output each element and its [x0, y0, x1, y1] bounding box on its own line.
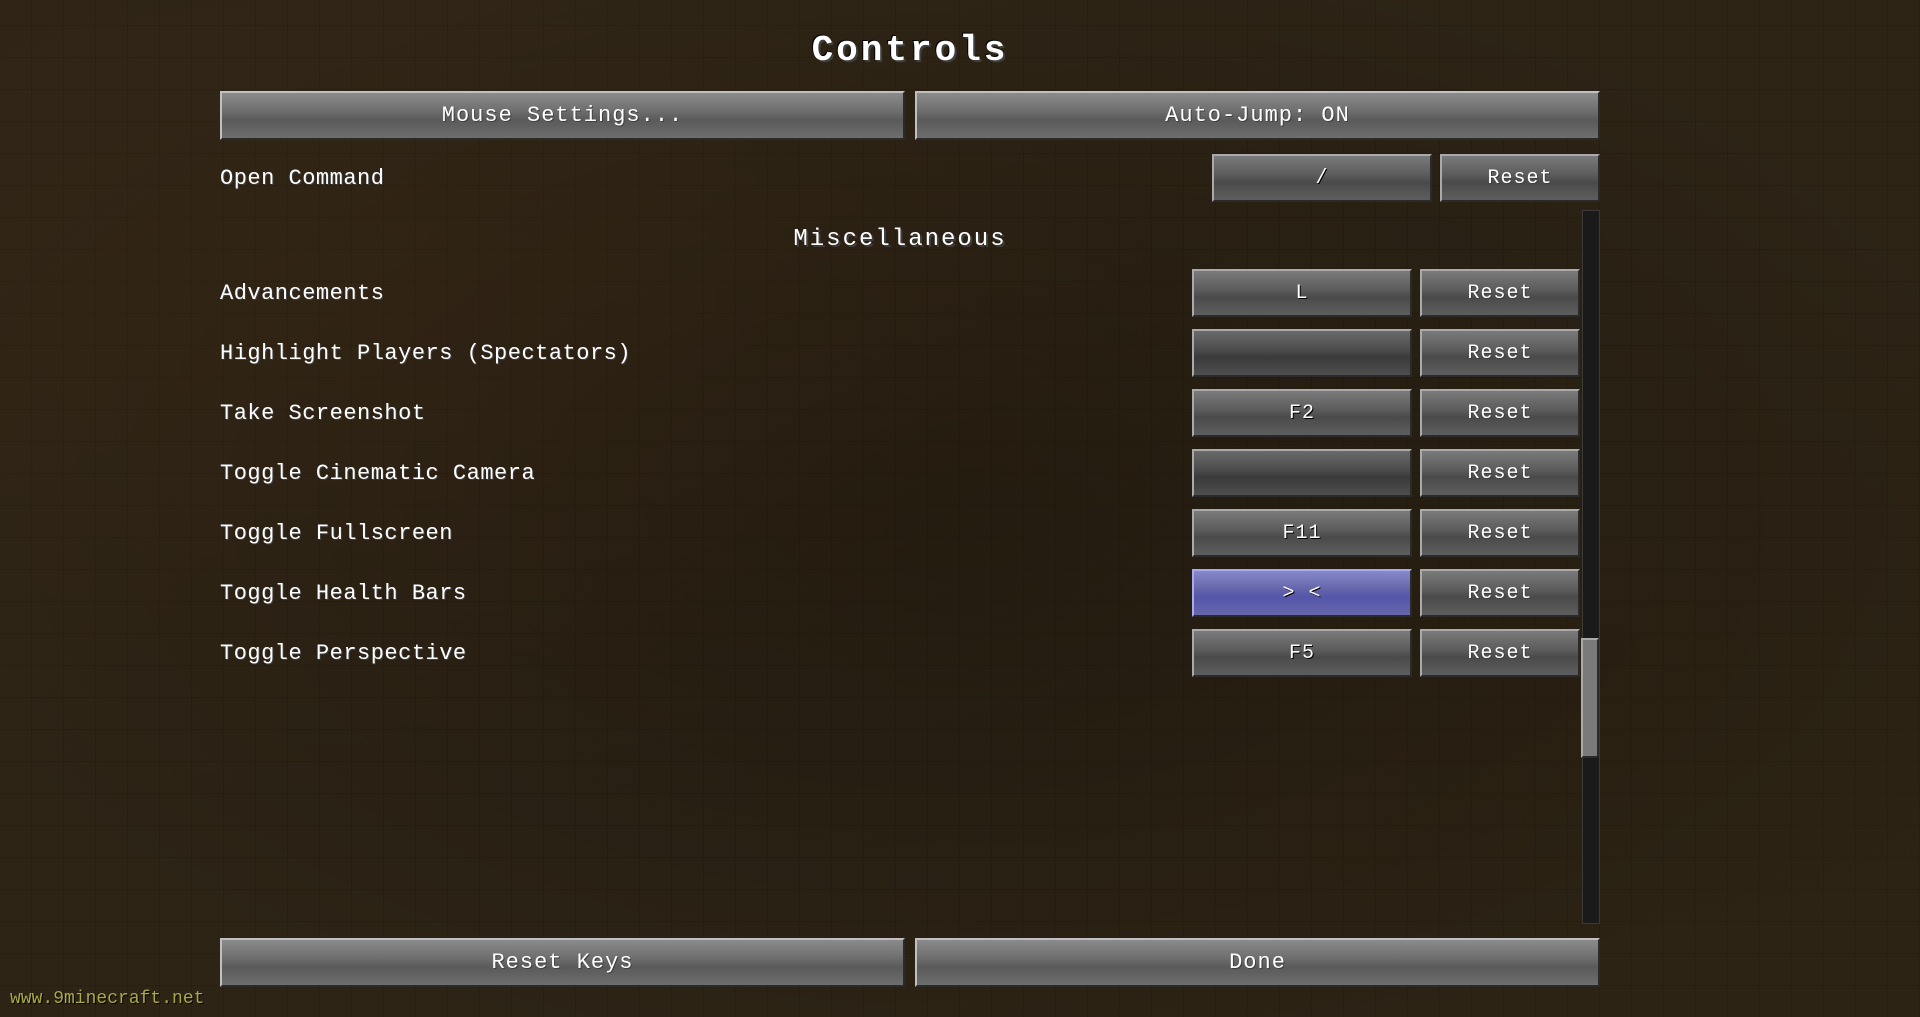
label-highlight-players: Highlight Players (Spectators)	[220, 341, 1192, 366]
reset-keys-button[interactable]: Reset Keys	[220, 938, 905, 987]
key-advancements[interactable]: L	[1192, 269, 1412, 317]
reset-toggle-fullscreen[interactable]: Reset	[1420, 509, 1580, 557]
mouse-settings-button[interactable]: Mouse Settings...	[220, 91, 905, 140]
auto-jump-button[interactable]: Auto-Jump: ON	[915, 91, 1600, 140]
top-buttons: Mouse Settings... Auto-Jump: ON	[220, 91, 1600, 140]
scrollable-area: Miscellaneous Advancements L Reset Highl…	[220, 210, 1600, 924]
row-take-screenshot: Take Screenshot F2 Reset	[220, 385, 1580, 441]
label-advancements: Advancements	[220, 281, 1192, 306]
key-toggle-health-bars[interactable]: > <	[1192, 569, 1412, 617]
scroll-inner: Miscellaneous Advancements L Reset Highl…	[220, 226, 1580, 681]
reset-toggle-health-bars[interactable]: Reset	[1420, 569, 1580, 617]
key-toggle-fullscreen[interactable]: F11	[1192, 509, 1412, 557]
done-button[interactable]: Done	[915, 938, 1600, 987]
reset-cinematic-camera[interactable]: Reset	[1420, 449, 1580, 497]
page-title: Controls	[812, 30, 1009, 71]
row-cinematic-camera: Toggle Cinematic Camera Reset	[220, 445, 1580, 501]
open-command-reset[interactable]: Reset	[1440, 154, 1600, 202]
label-toggle-fullscreen: Toggle Fullscreen	[220, 521, 1192, 546]
label-take-screenshot: Take Screenshot	[220, 401, 1192, 426]
label-toggle-perspective: Toggle Perspective	[220, 641, 1192, 666]
reset-highlight-players[interactable]: Reset	[1420, 329, 1580, 377]
row-advancements: Advancements L Reset	[220, 265, 1580, 321]
bottom-buttons: Reset Keys Done	[220, 938, 1600, 987]
row-toggle-fullscreen: Toggle Fullscreen F11 Reset	[220, 505, 1580, 561]
open-command-label: Open Command	[220, 166, 1212, 191]
open-command-key[interactable]: /	[1212, 154, 1432, 202]
row-toggle-perspective: Toggle Perspective F5 Reset	[220, 625, 1580, 681]
reset-toggle-perspective[interactable]: Reset	[1420, 629, 1580, 677]
row-toggle-health-bars: Toggle Health Bars > < Reset	[220, 565, 1580, 621]
open-command-row: Open Command / Reset	[220, 150, 1600, 206]
key-take-screenshot[interactable]: F2	[1192, 389, 1412, 437]
reset-advancements[interactable]: Reset	[1420, 269, 1580, 317]
scrollbar-thumb[interactable]	[1581, 638, 1599, 758]
reset-take-screenshot[interactable]: Reset	[1420, 389, 1580, 437]
row-highlight-players: Highlight Players (Spectators) Reset	[220, 325, 1580, 381]
section-title-miscellaneous: Miscellaneous	[220, 226, 1580, 253]
label-toggle-health-bars: Toggle Health Bars	[220, 581, 1192, 606]
scrollbar[interactable]	[1582, 210, 1600, 924]
key-toggle-perspective[interactable]: F5	[1192, 629, 1412, 677]
watermark: www.9minecraft.net	[10, 989, 204, 1009]
label-cinematic-camera: Toggle Cinematic Camera	[220, 461, 1192, 486]
key-highlight-players[interactable]	[1192, 329, 1412, 377]
key-cinematic-camera[interactable]	[1192, 449, 1412, 497]
